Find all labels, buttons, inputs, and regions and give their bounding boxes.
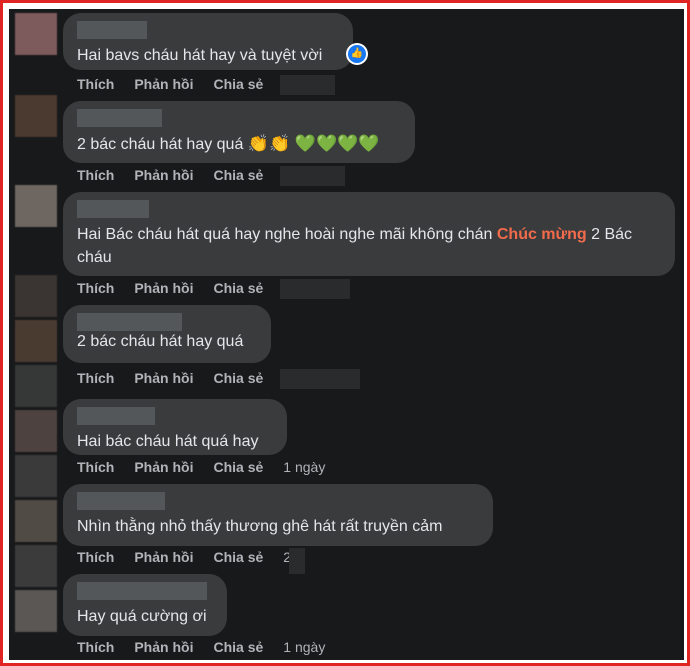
comment-actions: Thích Phản hồi Chia sẻ 1 ngày	[77, 459, 325, 477]
share-button[interactable]: Chia sẻ	[213, 549, 263, 565]
timestamp-redacted	[289, 548, 305, 574]
like-button[interactable]: Thích	[77, 639, 114, 655]
share-button[interactable]: Chia sẻ	[213, 370, 263, 386]
comment-text: Hai bavs cháu hát hay và tuyệt vời	[77, 47, 323, 64]
author-name-redacted[interactable]	[77, 21, 147, 39]
avatar[interactable]	[15, 95, 57, 137]
reply-button[interactable]: Phản hồi	[134, 459, 193, 475]
like-button[interactable]: Thích	[77, 167, 114, 183]
share-button[interactable]: Chia sẻ	[213, 639, 263, 655]
author-name-redacted[interactable]	[77, 200, 149, 218]
timestamp-redacted	[280, 279, 350, 299]
comment-actions: Thích Phản hồi Chia sẻ	[77, 370, 283, 388]
avatar[interactable]	[15, 590, 57, 632]
avatar[interactable]	[15, 185, 57, 227]
avatar[interactable]	[15, 320, 57, 362]
comment-actions: Thích Phản hồi Chia sẻ	[77, 76, 283, 94]
avatar[interactable]	[15, 500, 57, 542]
author-name-redacted[interactable]	[77, 582, 207, 600]
avatar[interactable]	[15, 455, 57, 497]
share-button[interactable]: Chia sẻ	[213, 280, 263, 296]
comment-section: Hai bavs cháu hát hay và tuyệt vời 👍 Thí…	[9, 9, 684, 660]
comment-text: 2 bác cháu hát hay quá 👏👏 💚💚💚💚	[77, 132, 401, 156]
avatar[interactable]	[15, 275, 57, 317]
comment-text-content: 2 bác cháu hát hay quá	[77, 136, 248, 153]
reply-button[interactable]: Phản hồi	[134, 370, 193, 386]
share-button[interactable]: Chia sẻ	[213, 167, 263, 183]
comment-bubble: Hai Bác cháu hát quá hay nghe hoài nghe …	[63, 192, 675, 276]
reply-button[interactable]: Phản hồi	[134, 639, 193, 655]
comment-timestamp[interactable]: 1 ngày	[283, 639, 325, 655]
timestamp-redacted	[280, 166, 345, 186]
emoji-reactions: 👏👏 💚💚💚💚	[247, 134, 380, 153]
comment-text: Hay quá cường ơi	[77, 608, 207, 625]
author-name-redacted[interactable]	[77, 313, 182, 331]
author-name-redacted[interactable]	[77, 407, 155, 425]
comment-text-before: Hai Bác cháu hát quá hay nghe hoài nghe …	[77, 226, 497, 243]
author-name-redacted[interactable]	[77, 109, 162, 127]
avatar[interactable]	[15, 410, 57, 452]
like-button[interactable]: Thích	[77, 76, 114, 92]
screenshot-frame: Hai bavs cháu hát hay và tuyệt vời 👍 Thí…	[0, 0, 690, 666]
reply-button[interactable]: Phản hồi	[134, 549, 193, 565]
reply-button[interactable]: Phản hồi	[134, 167, 193, 183]
author-name-redacted[interactable]	[77, 492, 165, 510]
thumbs-up-icon: 👍	[348, 45, 366, 63]
comment-bubble: Nhìn thằng nhỏ thấy thương ghê hát rất t…	[63, 484, 493, 546]
like-button[interactable]: Thích	[77, 280, 114, 296]
comment-bubble: Hai bác cháu hát quá hay	[63, 399, 287, 455]
share-button[interactable]: Chia sẻ	[213, 459, 263, 475]
timestamp-redacted	[280, 75, 335, 95]
comment-text: Nhìn thằng nhỏ thấy thương ghê hát rất t…	[77, 518, 443, 535]
comment-timestamp[interactable]: 1 ngày	[283, 459, 325, 475]
comment-actions: Thích Phản hồi Chia sẻ	[77, 167, 283, 185]
comment-actions: Thích Phản hồi Chia sẻ 1 ngày	[77, 639, 325, 657]
like-button[interactable]: Thích	[77, 370, 114, 386]
comment-actions: Thích Phản hồi Chia sẻ	[77, 280, 283, 298]
comment-bubble: Hay quá cường ơi	[63, 574, 227, 636]
reaction-badge[interactable]: 👍	[346, 43, 368, 65]
share-button[interactable]: Chia sẻ	[213, 76, 263, 92]
comment-actions: Thích Phản hồi Chia sẻ 2	[77, 549, 291, 567]
comment-text: Hai bác cháu hát quá hay	[77, 433, 259, 450]
avatar[interactable]	[15, 545, 57, 587]
highlighted-phrase[interactable]: Chúc mừng	[497, 226, 587, 243]
timestamp-redacted	[280, 369, 360, 389]
comment-bubble: 2 bác cháu hát hay quá	[63, 305, 271, 363]
like-button[interactable]: Thích	[77, 549, 114, 565]
avatar[interactable]	[15, 365, 57, 407]
reply-button[interactable]: Phản hồi	[134, 280, 193, 296]
avatar[interactable]	[15, 13, 57, 55]
comment-text: 2 bác cháu hát hay quá	[77, 333, 244, 350]
comment-bubble: Hai bavs cháu hát hay và tuyệt vời	[63, 13, 353, 70]
comment-bubble: 2 bác cháu hát hay quá 👏👏 💚💚💚💚	[63, 101, 415, 163]
reply-button[interactable]: Phản hồi	[134, 76, 193, 92]
like-button[interactable]: Thích	[77, 459, 114, 475]
comment-text: Hai Bác cháu hát quá hay nghe hoài nghe …	[77, 223, 661, 269]
